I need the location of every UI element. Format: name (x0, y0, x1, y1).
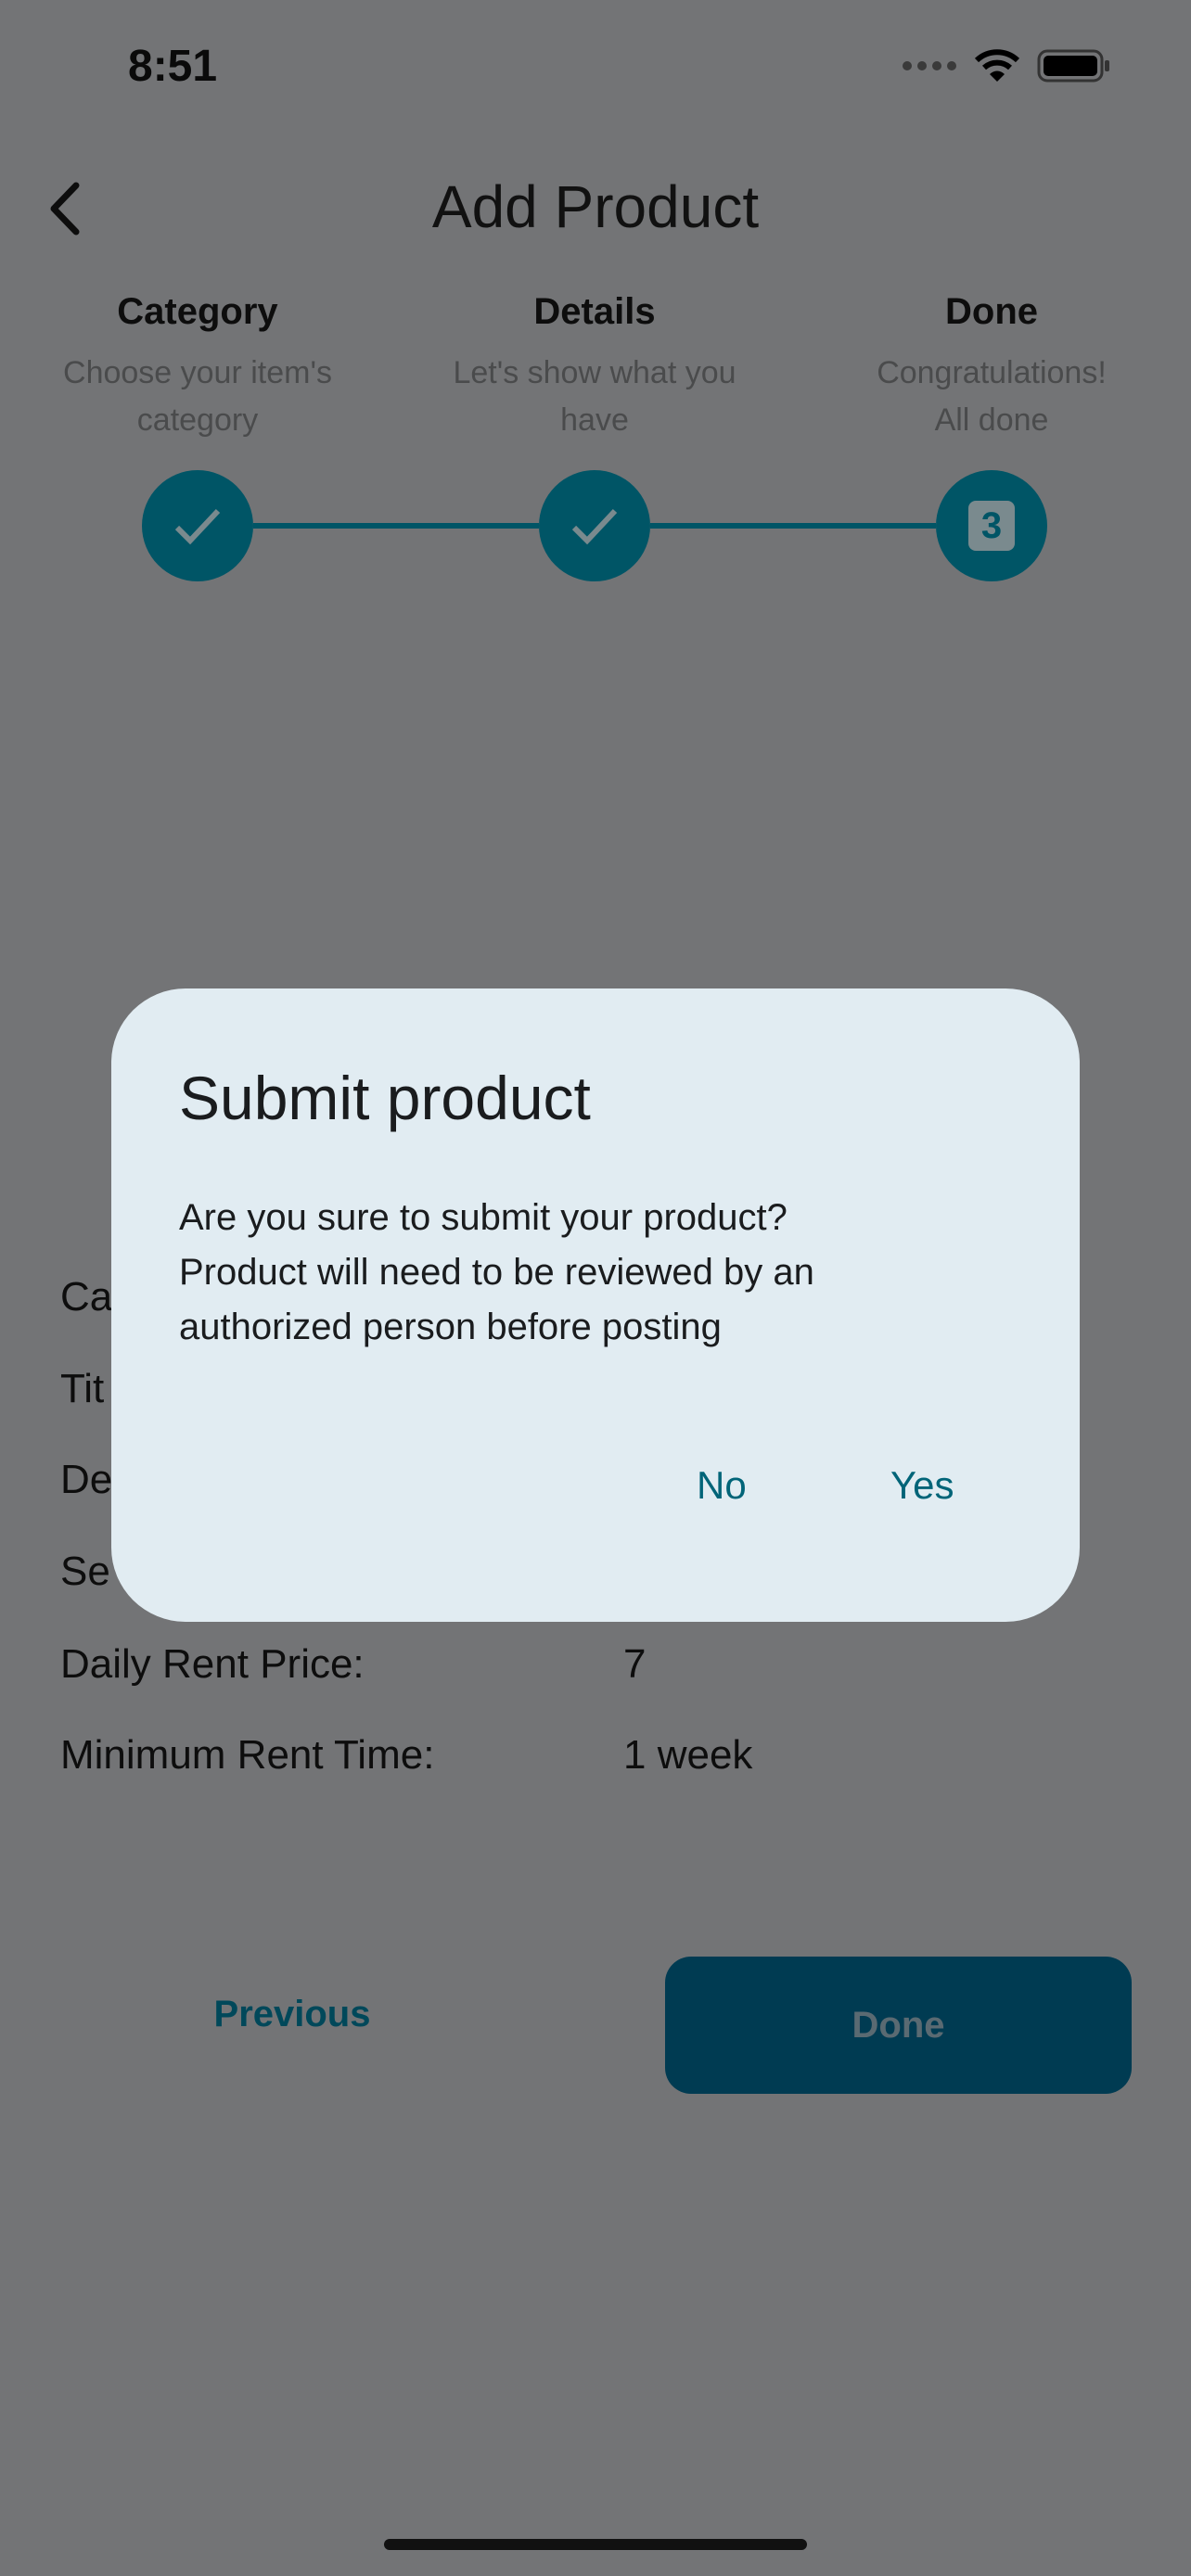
summary-label-minimum-rent-time: Minimum Rent Time: (60, 1732, 435, 1778)
check-icon (571, 508, 618, 545)
status-icons (902, 48, 1111, 83)
summary-label: Tit (60, 1366, 105, 1411)
summary-label: De (60, 1457, 113, 1502)
step-details[interactable]: Details Let's show what you have (400, 291, 789, 444)
stepper-connector (253, 523, 539, 529)
step-1-indicator[interactable] (142, 470, 253, 581)
dialog-message-line: authorized person before posting (179, 1307, 722, 1347)
dialog-message: Are you sure to submit your product? Pro… (179, 1191, 1032, 1355)
step-subtitle: All done (934, 402, 1049, 438)
step-3-indicator[interactable]: 3 (936, 470, 1047, 581)
step-subtitle: Let's show what you (453, 355, 736, 390)
previous-button[interactable]: Previous (167, 1994, 417, 2035)
submit-product-dialog: Submit product Are you sure to submit yo… (111, 988, 1080, 1622)
summary-label: Ca (60, 1274, 113, 1320)
page-title: Add Product (431, 173, 760, 240)
status-time: 8:51 (128, 42, 218, 91)
summary-label: Se (60, 1549, 110, 1594)
no-button[interactable]: No (697, 1463, 747, 1508)
summary-value-minimum-rent-time: 1 week (623, 1732, 753, 1778)
summary-value-daily-rent-price: 7 (623, 1641, 647, 1687)
check-icon (174, 508, 221, 545)
step-category[interactable]: Category Choose your item's category (3, 291, 392, 444)
step-subtitle: have (560, 402, 629, 438)
summary-label-daily-rent-price: Daily Rent Price: (60, 1641, 365, 1687)
wifi-icon (974, 49, 1020, 82)
battery-icon (1037, 49, 1109, 83)
done-button[interactable]: Done (665, 1957, 1132, 2094)
dialog-message-line: Product will need to be reviewed by an (179, 1252, 814, 1293)
step-subtitle: category (136, 402, 259, 438)
step-title: Done (945, 291, 1038, 332)
dialog-message-line: Are you sure to submit your product? (179, 1197, 788, 1238)
signal-dots-icon (903, 61, 956, 70)
yes-button[interactable]: Yes (890, 1463, 954, 1508)
home-indicator[interactable] (384, 2539, 807, 2550)
step-done[interactable]: Done Congratulations! All done (797, 291, 1186, 444)
step-title: Category (117, 291, 278, 332)
dialog-title: Submit product (179, 1064, 591, 1132)
step-subtitle: Congratulations! (877, 355, 1107, 390)
step-title: Details (533, 291, 656, 332)
stepper-connector (650, 523, 936, 529)
step-subtitle: Choose your item's (63, 355, 332, 390)
step-2-indicator[interactable] (539, 470, 650, 581)
step-number-badge: 3 (968, 501, 1015, 551)
